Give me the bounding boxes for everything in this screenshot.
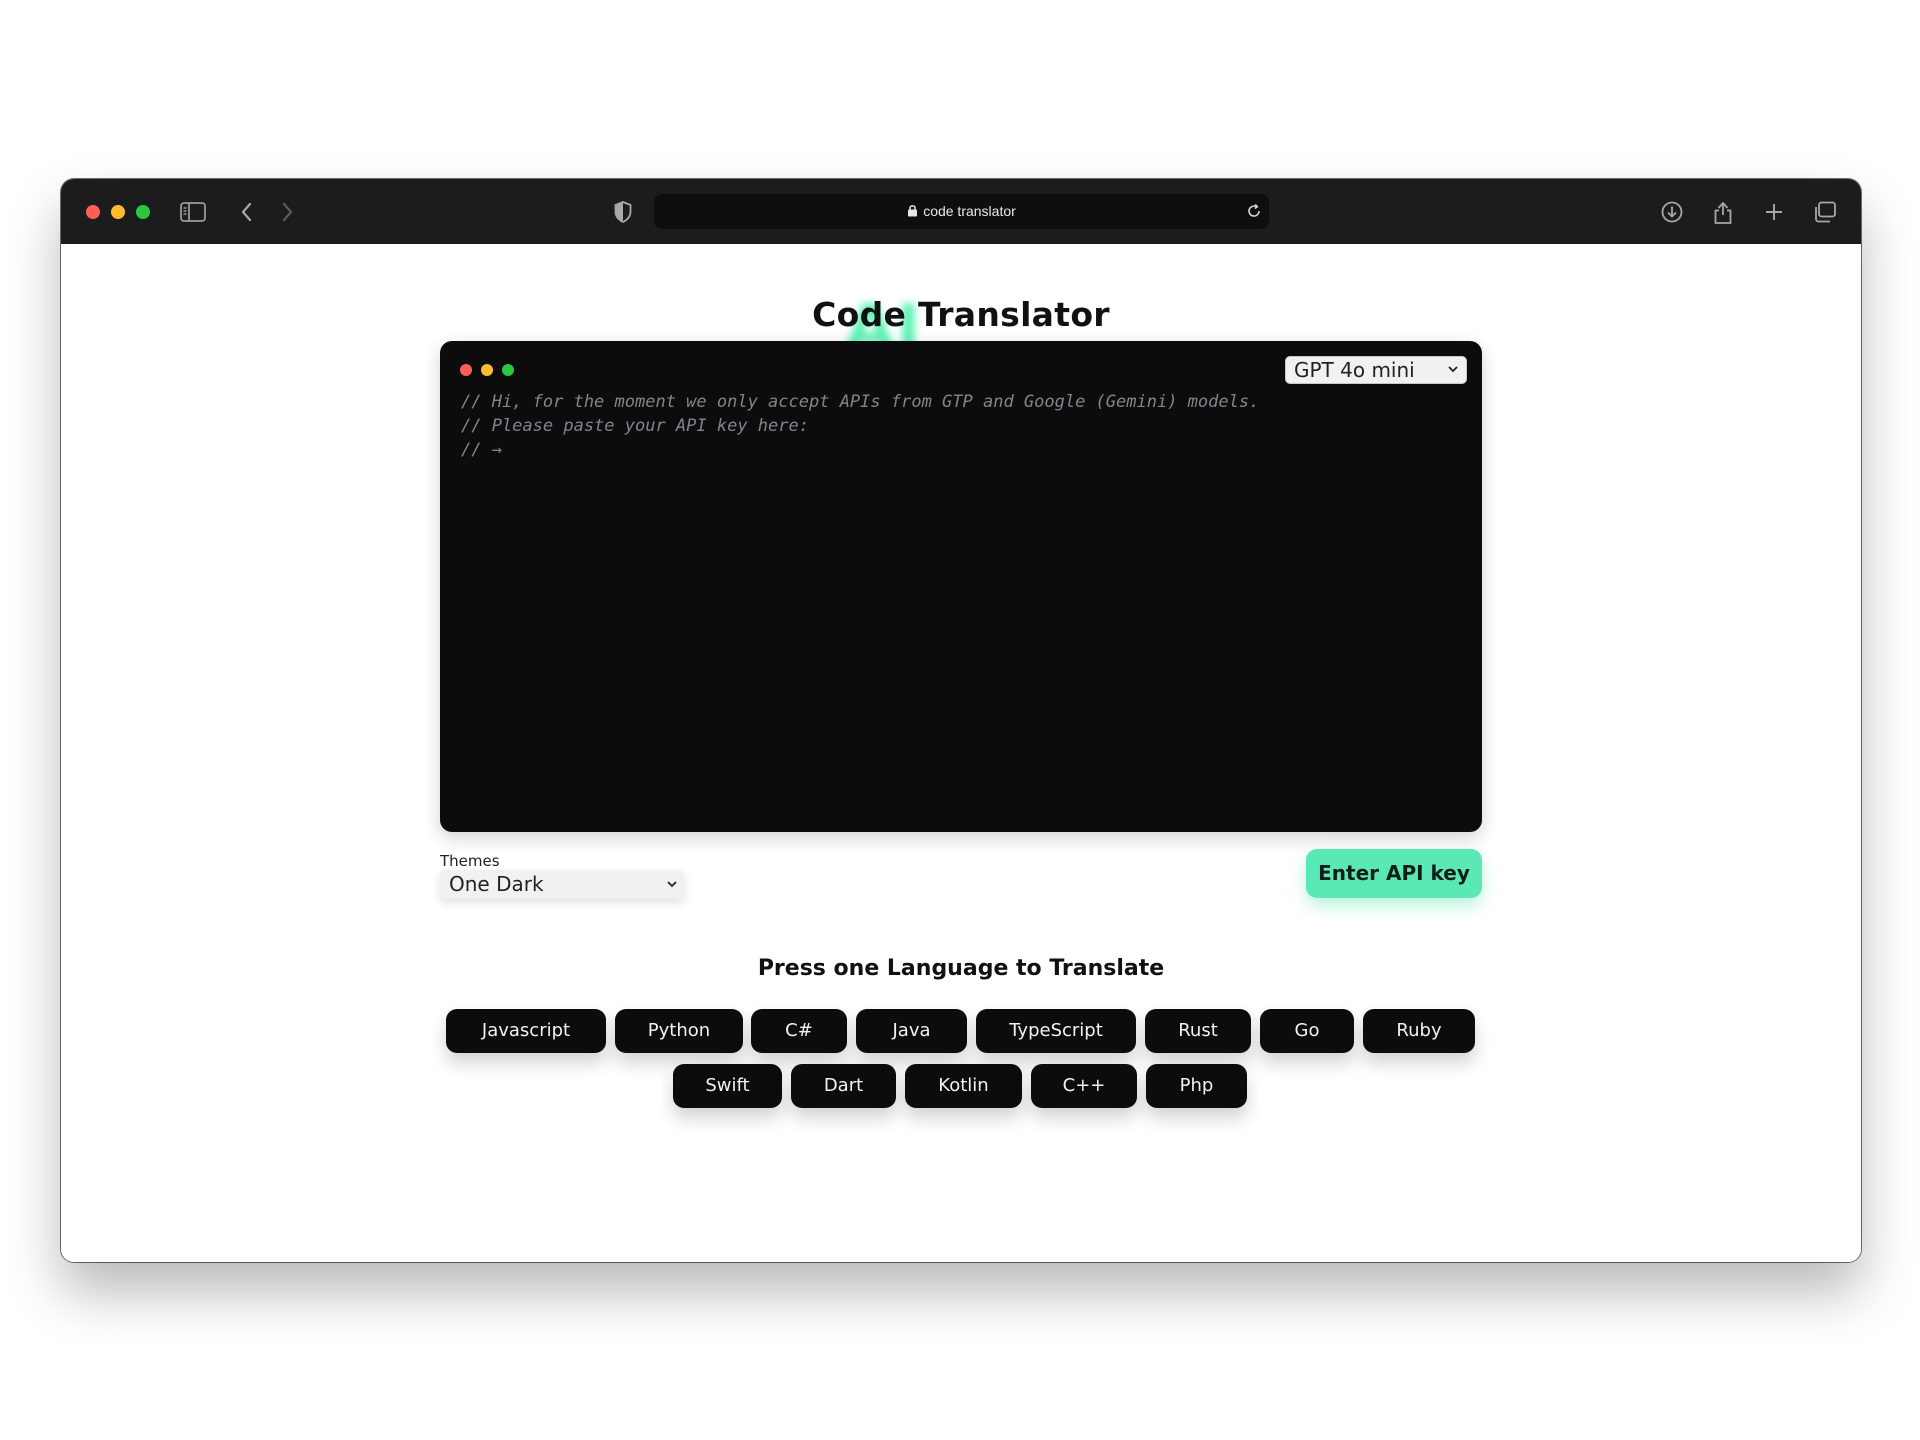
tab-overview-icon[interactable] bbox=[1810, 197, 1840, 227]
sidebar-toggle-icon[interactable] bbox=[178, 197, 208, 227]
minimize-window-button[interactable] bbox=[111, 205, 125, 219]
reload-icon[interactable] bbox=[1239, 196, 1269, 226]
browser-window: code translator AI Code Translator GPT 4… bbox=[61, 179, 1861, 1262]
language-button-php[interactable]: Php bbox=[1146, 1064, 1247, 1108]
editor-yellow-dot bbox=[481, 364, 493, 376]
downloads-icon[interactable] bbox=[1657, 197, 1687, 227]
browser-toolbar: code translator bbox=[61, 179, 1861, 245]
language-button-javascript[interactable]: Javascript bbox=[446, 1009, 606, 1053]
code-line: // Hi, for the moment we only accept API… bbox=[461, 392, 1260, 412]
share-icon[interactable] bbox=[1708, 197, 1738, 227]
code-editor[interactable]: GPT 4o mini // Hi, for the moment we onl… bbox=[440, 341, 1482, 832]
lock-icon bbox=[908, 205, 918, 217]
language-button-typescript[interactable]: TypeScript bbox=[976, 1009, 1136, 1053]
enter-api-key-button[interactable]: Enter API key bbox=[1306, 849, 1482, 898]
zoom-window-button[interactable] bbox=[136, 205, 150, 219]
page-title: AI Code Translator bbox=[61, 276, 1861, 366]
close-window-button[interactable] bbox=[86, 205, 100, 219]
back-arrow-icon[interactable] bbox=[232, 197, 262, 227]
language-button-cpp[interactable]: C++ bbox=[1031, 1064, 1137, 1108]
language-button-kotlin[interactable]: Kotlin bbox=[905, 1064, 1022, 1108]
chevron-down-icon bbox=[666, 872, 678, 904]
forward-arrow-icon[interactable] bbox=[272, 197, 302, 227]
language-button-csharp[interactable]: C# bbox=[751, 1009, 847, 1053]
language-button-ruby[interactable]: Ruby bbox=[1363, 1009, 1475, 1053]
privacy-shield-icon[interactable] bbox=[608, 197, 638, 227]
address-bar[interactable]: code translator bbox=[654, 194, 1269, 229]
url-text: code translator bbox=[923, 203, 1016, 219]
language-button-dart[interactable]: Dart bbox=[791, 1064, 896, 1108]
language-button-java[interactable]: Java bbox=[856, 1009, 967, 1053]
url-display[interactable]: code translator bbox=[654, 194, 1269, 229]
model-select[interactable]: GPT 4o mini bbox=[1285, 356, 1467, 384]
new-tab-plus-icon[interactable] bbox=[1759, 197, 1789, 227]
chevron-down-icon bbox=[1447, 358, 1459, 386]
model-select-value: GPT 4o mini bbox=[1294, 358, 1415, 382]
language-button-swift[interactable]: Swift bbox=[673, 1064, 782, 1108]
editor-green-dot bbox=[502, 364, 514, 376]
language-button-go[interactable]: Go bbox=[1260, 1009, 1354, 1053]
code-content[interactable]: // Hi, for the moment we only accept API… bbox=[461, 390, 1259, 462]
editor-red-dot bbox=[460, 364, 472, 376]
themes-label: Themes bbox=[440, 852, 500, 870]
page-title-text: Code Translator bbox=[812, 295, 1110, 334]
code-line: // → bbox=[461, 440, 502, 460]
web-page: AI Code Translator GPT 4o mini // Hi, fo… bbox=[61, 244, 1861, 1262]
themes-select[interactable]: One Dark bbox=[440, 870, 684, 899]
language-button-python[interactable]: Python bbox=[615, 1009, 743, 1053]
language-button-rust[interactable]: Rust bbox=[1145, 1009, 1251, 1053]
themes-select-value: One Dark bbox=[449, 872, 544, 896]
code-line: // Please paste your API key here: bbox=[461, 416, 809, 436]
languages-heading: Press one Language to Translate bbox=[757, 956, 1165, 981]
